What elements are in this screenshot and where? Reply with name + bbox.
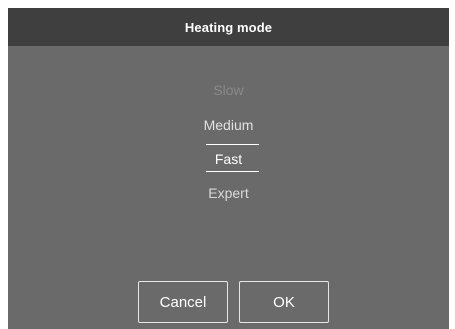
dialog-title: Heating mode: [184, 19, 273, 35]
dialog-title-bar: Heating mode: [8, 8, 449, 46]
option-medium[interactable]: Medium: [8, 117, 449, 133]
heating-mode-picker[interactable]: Slow Medium Fast Expert: [8, 46, 449, 246]
selection-divider-bottom: [206, 171, 259, 172]
option-fast-selected[interactable]: Fast: [8, 151, 449, 167]
heating-mode-dialog: Heating mode Slow Medium Fast Expert Can…: [8, 8, 449, 329]
selection-divider-top: [206, 144, 259, 145]
cancel-button[interactable]: Cancel: [138, 281, 228, 323]
ok-button[interactable]: OK: [239, 281, 329, 323]
option-slow[interactable]: Slow: [8, 82, 449, 98]
option-expert[interactable]: Expert: [8, 185, 449, 201]
